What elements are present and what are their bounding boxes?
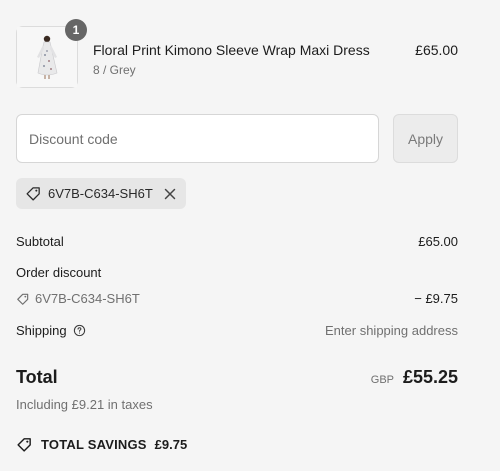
taxes-note: Including £9.21 in taxes <box>16 397 153 412</box>
tag-icon <box>25 185 42 202</box>
product-name: Floral Print Kimono Sleeve Wrap Maxi Dre… <box>93 42 370 58</box>
order-discount-code: 6V7B-C634-SH6T <box>16 291 140 306</box>
shipping-value: Enter shipping address <box>325 323 458 338</box>
discount-value: − £9.75 <box>414 291 458 306</box>
tag-icon <box>16 292 30 306</box>
discount-code-text: 6V7B-C634-SH6T <box>35 291 140 306</box>
apply-discount-button[interactable]: Apply <box>393 114 458 163</box>
tag-icon <box>16 436 33 453</box>
total-currency: GBP <box>370 374 394 386</box>
order-discount-label: Order discount <box>16 265 102 280</box>
close-icon[interactable] <box>164 188 176 200</box>
product-price: £65.00 <box>415 42 458 58</box>
applied-discount-code: 6V7B-C634-SH6T <box>48 186 153 201</box>
subtotal-label: Subtotal <box>16 234 64 249</box>
quantity-badge: 1 <box>65 19 87 41</box>
discount-code-input[interactable] <box>16 114 379 163</box>
total-savings: TOTAL SAVINGS £9.75 <box>16 436 187 453</box>
product-variant: 8 / Grey <box>93 63 136 77</box>
help-icon[interactable] <box>73 324 86 337</box>
total-savings-label: TOTAL SAVINGS <box>41 437 147 452</box>
shipping-label: Shipping <box>16 323 67 338</box>
shipping-row: Shipping <box>16 323 86 338</box>
applied-discount-chip: 6V7B-C634-SH6T <box>16 178 186 209</box>
total-label: Total <box>16 367 58 387</box>
total-savings-value: £9.75 <box>154 437 188 452</box>
subtotal-value: £65.00 <box>418 234 458 249</box>
total-value: £55.25 <box>402 367 458 387</box>
